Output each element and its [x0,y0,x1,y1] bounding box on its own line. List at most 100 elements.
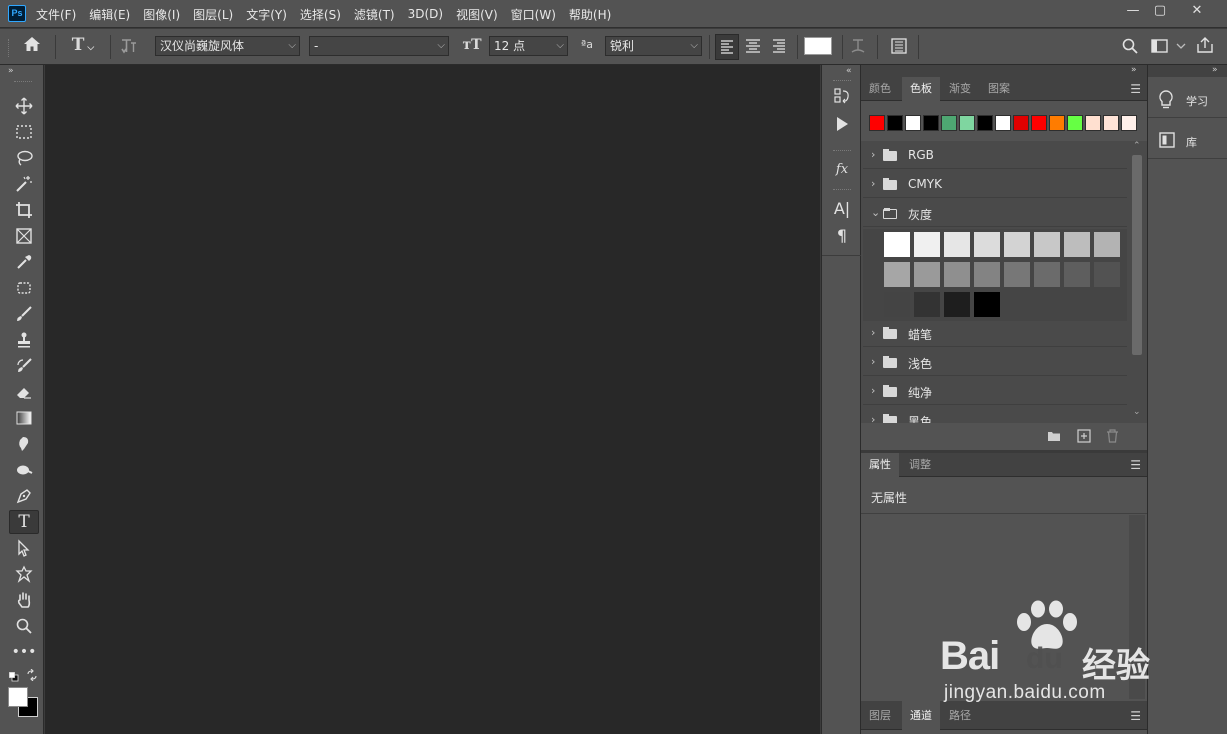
menu-layer[interactable]: 图层(L) [193,6,233,23]
expand-panels-icon[interactable]: « [846,66,852,76]
dodge-tool[interactable] [9,458,39,482]
type-tool[interactable]: T [9,510,39,534]
tab-layers[interactable]: 图层 [861,701,899,730]
toggle-character-panel-button[interactable] [888,37,910,57]
restore-button[interactable]: ▢ [1143,0,1177,24]
gray-swatch[interactable] [883,231,911,258]
recent-swatch[interactable] [959,115,975,131]
hand-tool[interactable] [9,588,39,612]
recent-swatch[interactable] [941,115,957,131]
recent-swatch[interactable] [923,115,939,131]
chevron-down-icon[interactable]: ⌄ [1133,407,1141,417]
library-panel-button[interactable]: 库 [1148,123,1227,159]
menu-type[interactable]: 文字(Y) [246,6,287,23]
lasso-tool[interactable] [9,146,39,170]
history-brush-tool[interactable] [9,354,39,378]
gray-swatch[interactable] [883,291,911,318]
swatch-group-light[interactable]: › 浅色 [863,350,1127,376]
menu-3d[interactable]: 3D(D) [408,7,443,21]
new-swatch-icon[interactable] [1077,429,1091,443]
tool-preset-button[interactable]: T ⌵ [64,35,102,59]
foreground-color-swatch[interactable] [8,687,28,707]
gray-swatch[interactable] [943,231,971,258]
healing-brush-tool[interactable] [9,276,39,300]
font-family-select[interactable]: 汉仪尚巍旋风体 ⌵ [155,36,300,56]
share-button[interactable] [1195,36,1215,56]
swatch-group-dark[interactable]: › 黑色 [863,408,1127,423]
swatch-group-cmyk[interactable]: › CMYK [863,172,1127,198]
brush-tool[interactable] [9,302,39,326]
eraser-tool[interactable] [9,380,39,404]
toggle-text-orientation-button[interactable] [117,37,141,57]
move-tool[interactable] [9,94,39,118]
gray-swatch[interactable] [943,261,971,288]
align-center-button[interactable] [742,34,766,60]
default-colors-button[interactable] [9,671,19,682]
frame-tool[interactable] [9,224,39,248]
menu-select[interactable]: 选择(S) [300,6,341,23]
paragraph-panel-button[interactable]: ¶ [830,225,854,247]
swatch-group-rgb[interactable]: › RGB [863,143,1127,169]
recent-swatch[interactable] [1121,115,1137,131]
align-left-button[interactable] [715,34,739,60]
menu-help[interactable]: 帮助(H) [569,6,611,23]
recent-swatch[interactable] [1085,115,1101,131]
clone-stamp-tool[interactable] [9,328,39,352]
gray-swatch[interactable] [973,261,1001,288]
menu-edit[interactable]: 编辑(E) [89,6,130,23]
menu-window[interactable]: 窗口(W) [511,6,556,23]
recent-swatch[interactable] [1049,115,1065,131]
gray-swatch[interactable] [1063,231,1091,258]
learn-panel-button[interactable]: 学习 [1148,82,1227,118]
swatch-group-pure[interactable]: › 纯净 [863,379,1127,405]
tab-channels[interactable]: 通道 [902,701,940,730]
history-panel-button[interactable] [830,87,854,109]
align-right-button[interactable] [768,34,792,60]
antialias-select[interactable]: 锐利 ⌵ [605,36,702,56]
chevron-up-icon[interactable]: ⌃ [1133,141,1141,151]
panel-menu-icon[interactable]: ☰ [1130,458,1141,472]
recent-swatch[interactable] [1013,115,1029,131]
crop-tool[interactable] [9,198,39,222]
new-group-folder-icon[interactable] [1047,430,1061,442]
zoom-tool[interactable] [9,614,39,638]
home-button[interactable] [20,36,44,58]
collapse-column-icon[interactable]: » [1212,65,1218,75]
scrollbar-thumb[interactable] [1132,155,1142,355]
collapse-panels-icon[interactable]: » [1131,65,1137,75]
styles-panel-button[interactable]: fx [830,159,854,181]
gray-swatch[interactable] [1093,231,1121,258]
gradient-tool[interactable] [9,406,39,430]
tab-adjustments[interactable]: 调整 [901,453,939,477]
tab-gradients[interactable]: 渐变 [941,77,979,101]
recent-swatch[interactable] [1067,115,1083,131]
recent-swatch[interactable] [1031,115,1047,131]
gray-swatch[interactable] [1003,231,1031,258]
gray-swatch[interactable] [973,291,1001,318]
gray-swatch[interactable] [1063,261,1091,288]
gray-swatch[interactable] [1033,261,1061,288]
search-button[interactable] [1120,37,1140,57]
character-panel-button[interactable]: A| [830,198,854,220]
path-selection-tool[interactable] [9,536,39,560]
swatches-scrollbar[interactable]: ⌃ ⌄ [1129,141,1145,423]
recent-swatch[interactable] [1103,115,1119,131]
marquee-tool[interactable] [9,120,39,144]
gray-swatch[interactable] [943,291,971,318]
menu-view[interactable]: 视图(V) [456,6,498,23]
swatch-group-pastel[interactable]: › 蜡笔 [863,321,1127,347]
gray-swatch[interactable] [883,261,911,288]
recent-swatch[interactable] [887,115,903,131]
gray-swatch[interactable] [1093,261,1121,288]
gray-swatch[interactable] [1003,261,1031,288]
close-button[interactable]: ✕ [1180,0,1214,24]
actions-panel-button[interactable] [830,116,854,138]
gray-swatch[interactable] [913,261,941,288]
blur-tool[interactable] [9,432,39,456]
collapse-toolbar-icon[interactable]: » [8,66,14,76]
pen-tool[interactable] [9,484,39,508]
magic-wand-tool[interactable] [9,172,39,196]
recent-swatch[interactable] [905,115,921,131]
menu-filter[interactable]: 滤镜(T) [354,6,395,23]
text-color-swatch[interactable] [804,37,832,55]
